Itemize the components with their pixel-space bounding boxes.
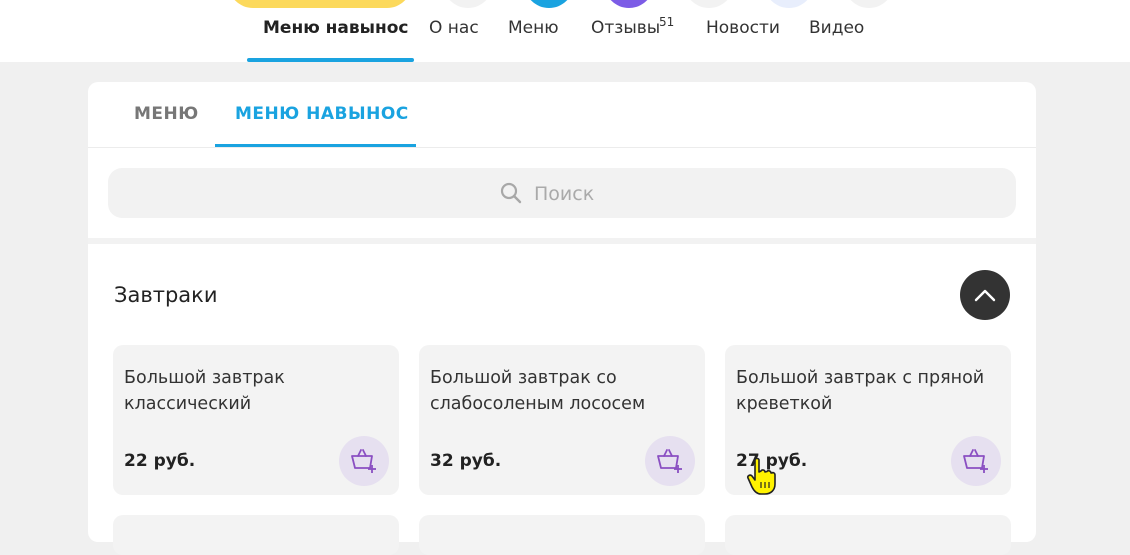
menu-item-card[interactable]: Большой завтрак со слабосоленым лососем … xyxy=(419,345,705,495)
chevron-up-icon xyxy=(974,289,996,302)
add-to-cart-button[interactable] xyxy=(645,436,695,486)
reviews-count-badge: 51 xyxy=(659,15,675,29)
top-navigation: Меню навынос О нас Меню Отзывы 51 Новости… xyxy=(0,0,1130,62)
add-to-cart-button[interactable] xyxy=(951,436,1001,486)
tab-menu[interactable]: МЕНЮ xyxy=(134,104,199,124)
nav-links: Меню навынос О нас Меню Отзывы 51 Новости… xyxy=(0,0,1130,62)
basket-add-icon xyxy=(351,449,376,473)
basket-add-icon xyxy=(963,449,988,473)
basket-add-icon xyxy=(657,449,682,473)
menu-item-title: Большой завтрак классический xyxy=(124,368,285,414)
nav-link-takeaway-menu[interactable]: Меню навынос xyxy=(263,15,409,45)
menu-item-price: 22 руб. xyxy=(124,451,196,471)
menu-item-price: 32 руб. xyxy=(430,451,502,471)
nav-link-reviews[interactable]: Отзывы 51 xyxy=(591,15,674,45)
collapse-section-button[interactable] xyxy=(960,270,1010,320)
section-title: Завтраки xyxy=(114,283,218,307)
tab-takeaway-menu[interactable]: МЕНЮ НАВЫНОС xyxy=(235,104,409,124)
add-to-cart-button[interactable] xyxy=(339,436,389,486)
menu-item-card[interactable] xyxy=(113,515,399,555)
search-bar[interactable] xyxy=(108,168,1016,218)
search-icon xyxy=(500,182,522,204)
menu-item-card[interactable] xyxy=(725,515,1011,555)
nav-link-news[interactable]: Новости xyxy=(706,15,780,45)
menu-item-title: Большой завтрак со слабосоленым лососем xyxy=(430,368,646,414)
nav-active-underline xyxy=(247,58,414,62)
nav-link-video[interactable]: Видео xyxy=(809,15,864,45)
menu-item-card[interactable] xyxy=(419,515,705,555)
menu-item-card[interactable]: Большой завтрак классический 22 руб. xyxy=(113,345,399,495)
hand-pointer-cursor-icon xyxy=(747,457,776,495)
tab-active-underline xyxy=(215,144,416,147)
menu-item-title: Большой завтрак с пряной креветкой xyxy=(736,368,985,414)
menu-tabs: МЕНЮ МЕНЮ НАВЫНОС xyxy=(88,82,1036,148)
menu-card: МЕНЮ МЕНЮ НАВЫНОС Завтраки Большой завтр… xyxy=(88,82,1036,555)
nav-link-menu[interactable]: Меню xyxy=(508,15,559,45)
section-divider xyxy=(88,238,1036,244)
nav-link-reviews-label: Отзывы xyxy=(591,18,661,38)
nav-link-about[interactable]: О нас xyxy=(429,15,479,45)
search-input[interactable] xyxy=(532,178,836,210)
